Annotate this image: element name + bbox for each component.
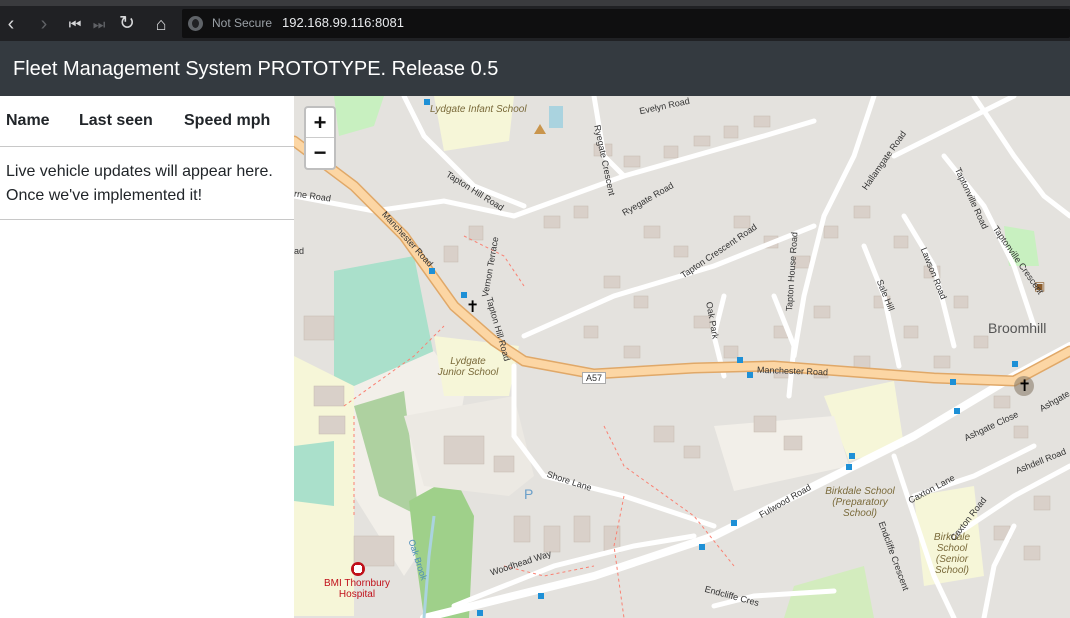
vehicle-table-header: Name Last seen Speed mph	[0, 96, 294, 147]
church-icon-broomhill: ✝	[1018, 376, 1031, 395]
map-label-hospital: BMI Thornbury Hospital	[324, 578, 390, 600]
url-text[interactable]: 192.168.99.116:8081	[282, 15, 404, 30]
table-row: Live vehicle updates will appear here. O…	[0, 147, 294, 220]
browser-toolbar: ‹ › ⏮ ⏭ ↻ ⌂ Not Secure 192.168.99.116:80…	[0, 0, 1070, 41]
forward-icon[interactable]: ›	[33, 12, 55, 36]
zoom-out-button[interactable]: −	[306, 138, 334, 168]
placeholder-text-line-2: Once we've implemented it!	[6, 187, 203, 204]
column-header-last-seen[interactable]: Last seen	[79, 112, 153, 130]
address-bar[interactable]: Not Secure 192.168.99.116:8081	[182, 9, 1070, 38]
map-label-birkdale-prep: Birkdale School (Preparatory School)	[825, 486, 895, 519]
home-icon[interactable]: ⌂	[150, 12, 172, 36]
map-label-road-fragment-ad: ad	[294, 246, 305, 256]
map-view[interactable]: ✝ ✝ ▣ Lydgate Infant School Lydgate Juni…	[294, 96, 1070, 618]
pitch-area	[294, 441, 334, 506]
app-header: Fleet Management System PROTOTYPE. Relea…	[0, 41, 1070, 96]
zoom-control: + −	[304, 106, 336, 170]
map-label-a57: A57	[582, 372, 607, 384]
reload-icon[interactable]: ↻	[116, 12, 138, 36]
vehicle-panel: Name Last seen Speed mph Live vehicle up…	[0, 96, 294, 618]
map-label-lydgate-infant: Lydgate Infant School	[430, 104, 527, 115]
page-title: Fleet Management System PROTOTYPE. Relea…	[13, 58, 499, 80]
church-icon: ✝	[466, 297, 479, 316]
zoom-in-button[interactable]: +	[306, 108, 334, 138]
back-icon[interactable]: ‹	[0, 12, 22, 36]
column-header-speed[interactable]: Speed mph	[184, 112, 270, 130]
green-corner	[334, 96, 384, 136]
map-label-broomhill: Broomhill	[988, 320, 1047, 336]
last-icon[interactable]: ⏭	[88, 12, 110, 36]
security-label: Not Secure	[212, 16, 273, 30]
parking-icon: P	[524, 486, 534, 502]
first-icon[interactable]: ⏮	[64, 12, 86, 36]
placeholder-text-line-1: Live vehicle updates will appear here.	[6, 163, 273, 180]
map-label-lydgate-junior: Lydgate Junior School	[437, 356, 499, 378]
globe-icon	[188, 16, 203, 31]
peak-icon	[534, 124, 546, 134]
hospital-cross-h	[354, 566, 362, 572]
column-header-name[interactable]: Name	[6, 112, 50, 130]
pond	[549, 106, 563, 128]
